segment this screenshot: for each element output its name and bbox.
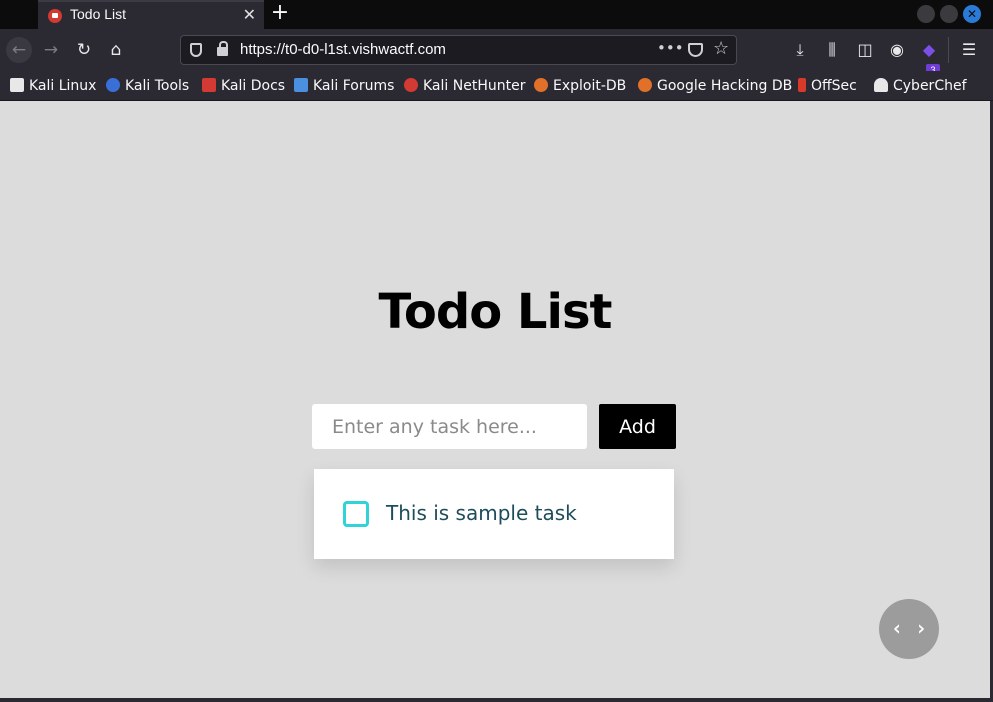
download-icon[interactable]: ⤓ bbox=[788, 38, 812, 62]
maximize-window-button[interactable] bbox=[940, 5, 958, 23]
url-bar[interactable]: https://t0-d0-l1st.vishwactf.com ••• ☆ bbox=[180, 35, 737, 65]
page-title: Todo List bbox=[378, 284, 613, 340]
bookmark-google-hacking-db[interactable]: Google Hacking DB bbox=[638, 77, 792, 95]
bookmark-exploit-db[interactable]: Exploit-DB bbox=[534, 77, 626, 95]
kali-dragon-icon bbox=[10, 78, 24, 92]
bookmark-cyberchef[interactable]: CyberChef bbox=[874, 77, 967, 95]
tab-strip: Todo List ✕ + ✕ bbox=[0, 0, 993, 29]
task-list: This is sample task bbox=[314, 469, 674, 559]
url-text[interactable]: https://t0-d0-l1st.vishwactf.com bbox=[240, 41, 446, 58]
account-icon[interactable]: ◉ bbox=[885, 38, 909, 62]
close-tab-icon[interactable]: ✕ bbox=[243, 5, 256, 24]
home-icon[interactable]: ⌂ bbox=[103, 37, 129, 63]
tab-title: Todo List bbox=[70, 6, 127, 22]
kali-forums-icon bbox=[294, 78, 308, 92]
lock-icon[interactable] bbox=[217, 41, 228, 56]
pocket-icon[interactable] bbox=[688, 43, 703, 57]
task-text[interactable]: This is sample task bbox=[386, 501, 577, 525]
kali-nethunter-icon bbox=[404, 78, 418, 92]
sidebar-icon[interactable]: ◫ bbox=[853, 38, 877, 62]
bookmark-kali-nethunter[interactable]: Kali NetHunter bbox=[404, 77, 525, 95]
toolbar-separator bbox=[948, 37, 949, 63]
offsec-icon bbox=[798, 78, 806, 92]
tracking-shield-icon[interactable] bbox=[190, 43, 202, 57]
todo-favicon-icon bbox=[48, 9, 62, 23]
back-arrow-icon[interactable]: ← bbox=[6, 37, 32, 63]
ghdb-icon bbox=[638, 78, 652, 92]
kali-tools-icon bbox=[106, 78, 120, 92]
bookmark-kali-linux[interactable]: Kali Linux bbox=[10, 77, 96, 95]
reload-icon[interactable]: ↻ bbox=[71, 37, 97, 63]
window-border-bottom bbox=[0, 698, 993, 702]
close-window-button[interactable]: ✕ bbox=[963, 5, 981, 23]
library-icon[interactable]: ⫼ bbox=[820, 38, 844, 62]
extension-icon[interactable]: ◆ bbox=[917, 38, 941, 62]
bookmark-kali-docs[interactable]: Kali Docs bbox=[202, 77, 285, 95]
add-button[interactable]: Add bbox=[599, 404, 676, 449]
bookmarks-toolbar: Kali Linux Kali Tools Kali Docs Kali For… bbox=[0, 71, 993, 101]
cyberchef-icon bbox=[874, 78, 888, 92]
exploit-db-icon bbox=[534, 78, 548, 92]
tab-todo-list[interactable]: Todo List ✕ bbox=[38, 0, 264, 29]
bookmark-offsec[interactable]: OffSec bbox=[798, 77, 857, 95]
bookmark-kali-tools[interactable]: Kali Tools bbox=[106, 77, 189, 95]
page-viewport: Todo List Add This is sample task ‹ › bbox=[0, 101, 990, 698]
task-checkbox[interactable] bbox=[343, 501, 369, 527]
bookmark-kali-forums[interactable]: Kali Forums bbox=[294, 77, 394, 95]
new-tab-icon[interactable]: + bbox=[270, 1, 290, 25]
forward-arrow-icon[interactable]: → bbox=[38, 37, 64, 63]
minimize-window-button[interactable] bbox=[917, 5, 935, 23]
bookmark-star-icon[interactable]: ☆ bbox=[713, 38, 729, 59]
task-input[interactable] bbox=[312, 404, 587, 449]
browser-window: Todo List ✕ + ✕ ← → ↻ ⌂ https://t0-d0-l1… bbox=[0, 0, 993, 702]
hamburger-menu-icon[interactable]: ☰ bbox=[957, 38, 981, 62]
navigation-toolbar: ← → ↻ ⌂ https://t0-d0-l1st.vishwactf.com… bbox=[0, 29, 993, 76]
page-actions-icon[interactable]: ••• bbox=[657, 39, 684, 57]
code-view-button[interactable]: ‹ › bbox=[879, 599, 939, 659]
kali-docs-icon bbox=[202, 78, 216, 92]
